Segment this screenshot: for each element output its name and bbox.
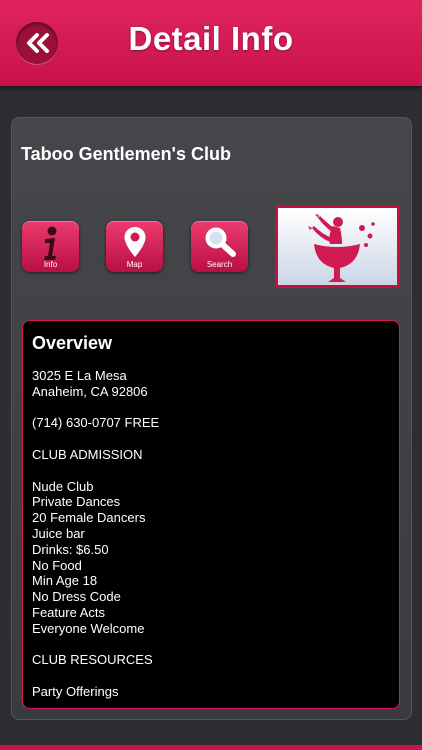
navigation-bar: Detail Info bbox=[0, 0, 422, 86]
club-name: Taboo Gentlemen's Club bbox=[21, 144, 231, 164]
overview-line: Drinks: $6.50 bbox=[32, 541, 109, 557]
overview-panel: Overview 3025 E La Mesa Anaheim, CA 9280… bbox=[22, 320, 400, 709]
map-button-label: Map bbox=[126, 260, 143, 269]
overview-line: Juice bar bbox=[32, 525, 85, 541]
overview-line bbox=[32, 463, 159, 479]
map-pin-icon bbox=[124, 227, 145, 257]
search-button-label: Search bbox=[206, 260, 233, 269]
search-button[interactable]: Search bbox=[191, 221, 248, 272]
overview-line: No Dress Code bbox=[32, 589, 121, 605]
overview-line: Party Offerings bbox=[32, 683, 119, 699]
page-title: Detail Info bbox=[128, 20, 294, 57]
overview-line bbox=[32, 400, 159, 416]
woman-in-wineglass-logo bbox=[308, 214, 375, 282]
info-button-label: Info bbox=[43, 260, 58, 269]
overview-line: Anaheim, CA 92806 bbox=[32, 383, 148, 399]
overview-line bbox=[32, 431, 159, 447]
thumbnail-frame bbox=[278, 208, 397, 285]
overview-line: (714) 630-0707 FREE bbox=[32, 415, 160, 431]
overview-line bbox=[32, 668, 159, 684]
club-thumbnail[interactable] bbox=[275, 205, 400, 288]
overview-line: Min Age 18 bbox=[32, 573, 98, 589]
overview-line: 3025 E La Mesa bbox=[32, 368, 127, 383]
overview-line bbox=[32, 637, 159, 653]
overview-line: Private Dances bbox=[32, 494, 121, 510]
overview-line: 20 Female Dancers bbox=[32, 510, 146, 526]
overview-line: CLUB ADMISSION bbox=[32, 446, 143, 462]
bottom-accent-bar bbox=[0, 745, 422, 750]
info-button[interactable]: Info bbox=[22, 221, 79, 272]
overview-line: CLUB RESOURCES bbox=[32, 652, 153, 668]
overview-line: No Food bbox=[32, 557, 82, 573]
overview-line: Feature Acts bbox=[32, 604, 105, 620]
overview-heading: Overview bbox=[32, 333, 113, 353]
overview-line: Nude Club bbox=[32, 478, 94, 494]
overview-line: Everyone Welcome bbox=[32, 620, 145, 636]
info-icon bbox=[43, 226, 56, 260]
magnifier-icon bbox=[205, 227, 236, 257]
overview-text: 3025 E La Mesa Anaheim, CA 92806 (714) 6… bbox=[32, 368, 159, 700]
map-button[interactable]: Map bbox=[106, 221, 163, 272]
